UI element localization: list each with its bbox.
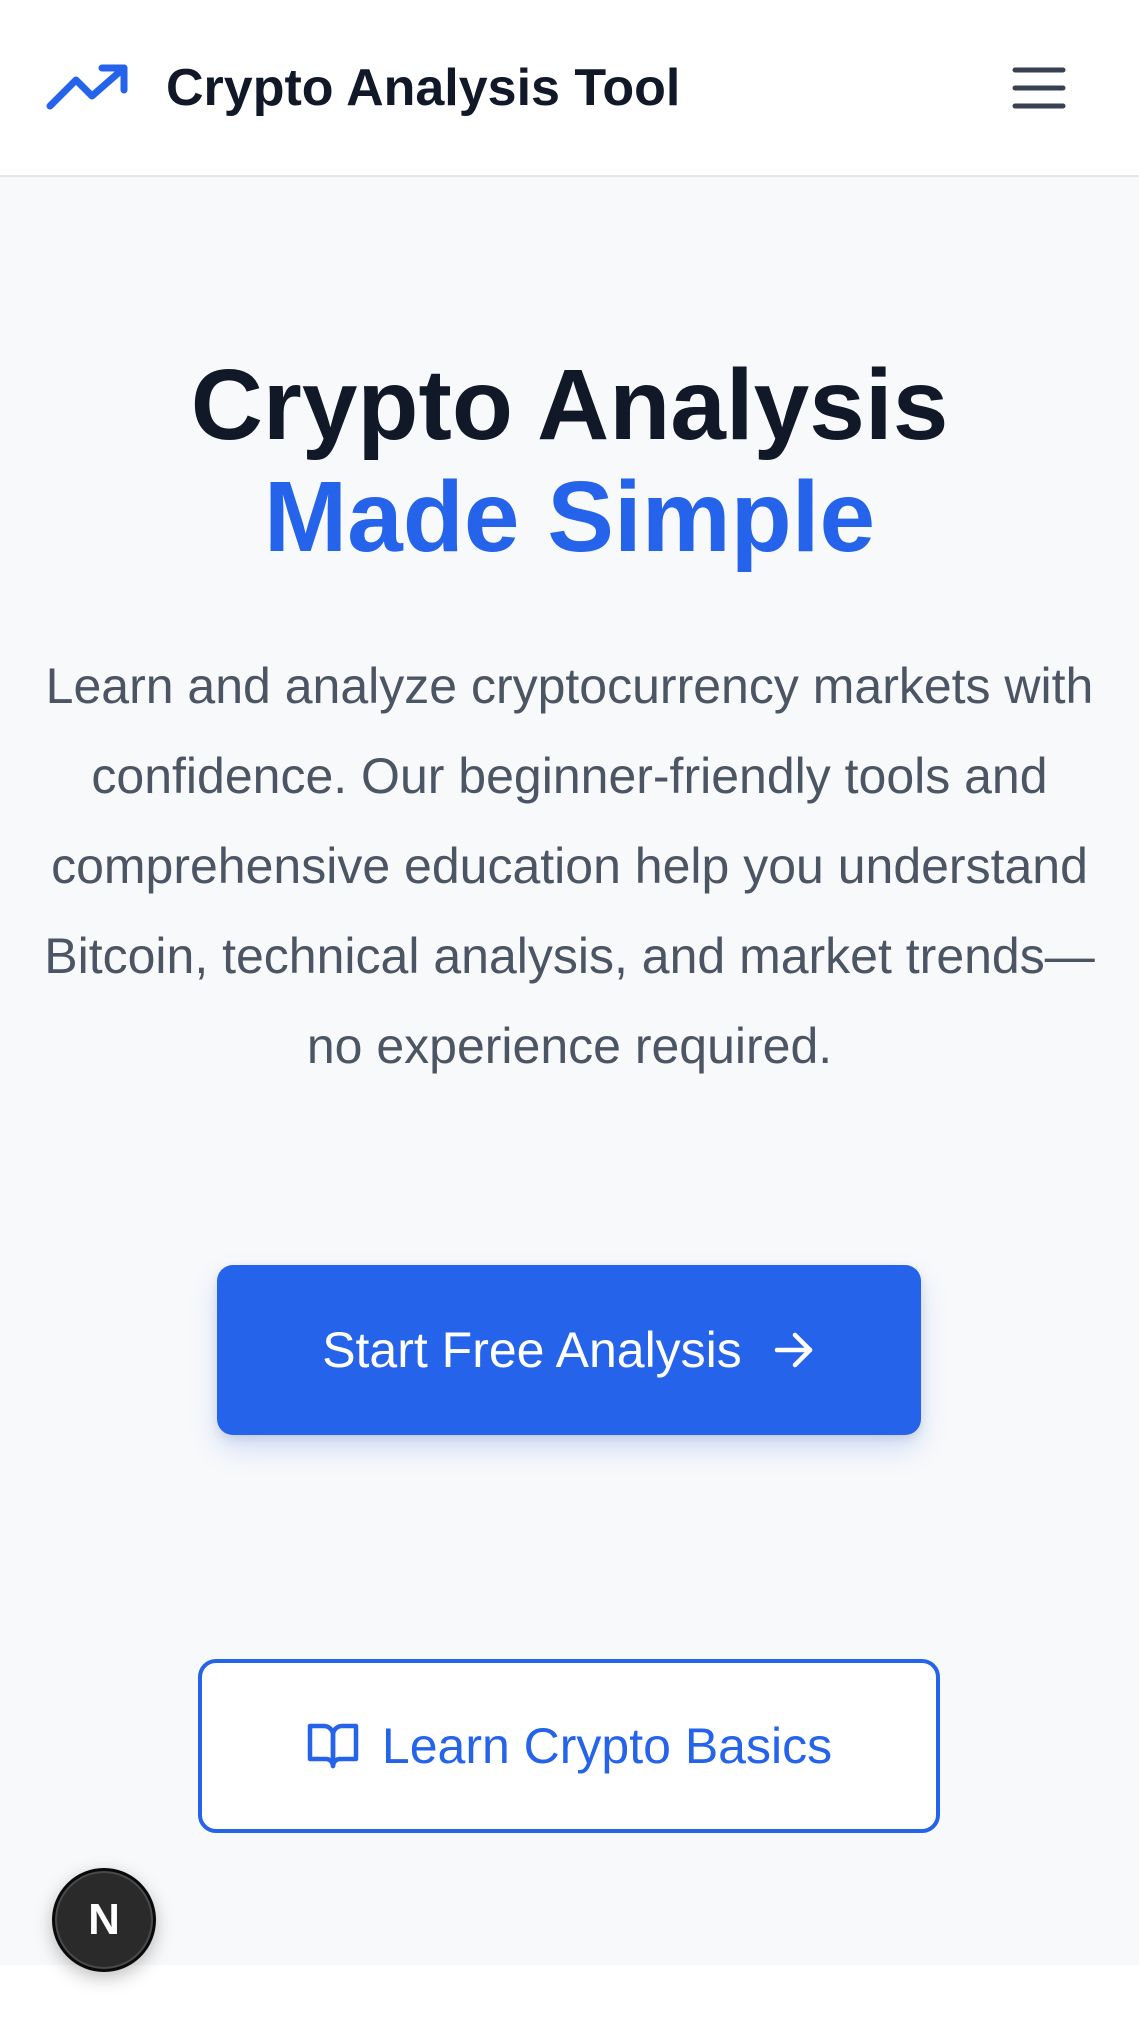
learn-crypto-basics-button[interactable]: Learn Crypto Basics bbox=[198, 1659, 940, 1833]
arrow-right-icon bbox=[774, 1332, 813, 1368]
hero-title-line-2: Made Simple bbox=[263, 461, 876, 573]
start-free-analysis-button[interactable]: Start Free Analysis bbox=[217, 1265, 921, 1435]
learn-crypto-basics-label: Learn Crypto Basics bbox=[381, 1718, 833, 1774]
trending-up-icon bbox=[46, 64, 128, 110]
dev-tools-badge[interactable]: N bbox=[52, 1868, 156, 1972]
app-header: Crypto Analysis Tool bbox=[0, 0, 1139, 177]
menu-button[interactable] bbox=[1010, 62, 1068, 114]
hero-description: Learn and analyze cryptocurrency markets… bbox=[44, 658, 1095, 1074]
start-free-analysis-label: Start Free Analysis bbox=[322, 1322, 742, 1378]
next-section-edge bbox=[0, 1965, 1139, 2024]
dev-badge-letter: N bbox=[88, 1895, 120, 1944]
book-open-icon bbox=[307, 1723, 359, 1769]
hamburger-menu-icon bbox=[1012, 67, 1066, 109]
app-title: Crypto Analysis Tool bbox=[166, 59, 681, 117]
hero-section: Crypto Analysis Made Simple Learn and an… bbox=[0, 179, 1139, 1965]
hero-title-line-1: Crypto Analysis bbox=[190, 349, 949, 461]
hero-title: Crypto Analysis Made Simple bbox=[0, 349, 1139, 573]
